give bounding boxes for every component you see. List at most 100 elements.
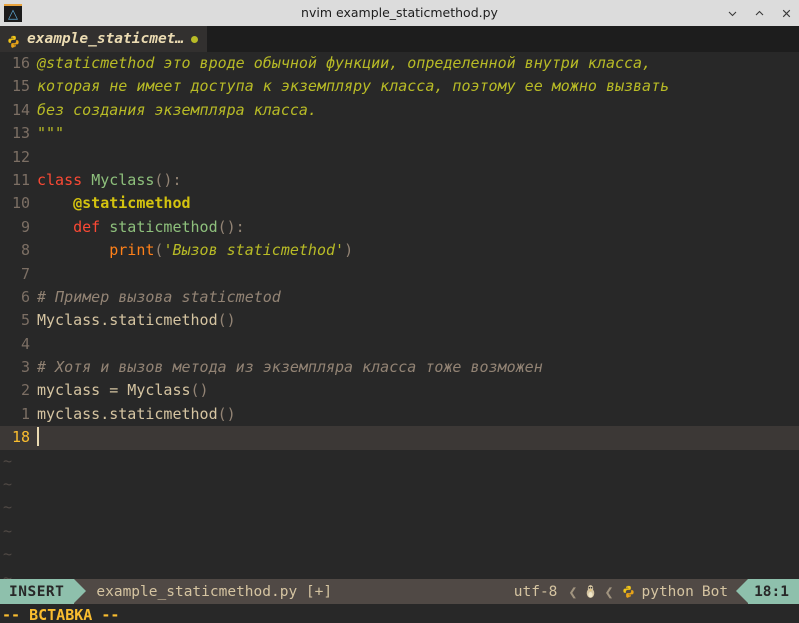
line-number: 15 — [11, 77, 30, 96]
line-number: 7 — [20, 264, 30, 283]
line-number: 3 — [20, 358, 30, 377]
window-controls — [726, 0, 793, 26]
editor-line[interactable]: 14 без создания экземпляра класса. — [0, 99, 799, 122]
text-cursor — [37, 427, 39, 447]
line-number: 5 — [20, 311, 30, 330]
line-number: 6 — [20, 287, 30, 306]
code-token: myclass.staticmethod — [37, 404, 218, 423]
tabline: example_staticmet… — [0, 26, 799, 52]
line-number: 2 — [20, 381, 30, 400]
empty-line-marker-row: ~ — [0, 473, 799, 496]
editor-line[interactable]: 4 — [0, 333, 799, 356]
line-content[interactable]: @staticmethod — [30, 192, 799, 215]
status-scroll-position: Bot — [701, 583, 729, 600]
line-content[interactable]: myclass = Myclass() — [30, 379, 799, 402]
editor-line[interactable]: 2 myclass = Myclass() — [0, 379, 799, 402]
code-token: def — [73, 217, 101, 236]
line-content[interactable]: def staticmethod(): — [30, 216, 799, 239]
close-button[interactable] — [780, 7, 793, 20]
editor-line[interactable]: 7 — [0, 263, 799, 286]
code-token: без создания экземпляра класса. — [37, 100, 317, 119]
line-content[interactable]: без создания экземпляра класса. — [30, 99, 799, 122]
code-token: () — [190, 381, 209, 400]
code-token: class — [37, 170, 83, 189]
python-icon-status — [622, 585, 635, 598]
code-token: (): — [154, 170, 182, 189]
tab-label: example_staticmet… — [27, 31, 185, 47]
window-title: nvim example_staticmethod.py — [301, 5, 498, 20]
editor-line[interactable]: 3 # Хотя и вызов метода из экземпляра кла… — [0, 356, 799, 379]
code-token: Myclass.staticmethod — [37, 311, 218, 330]
code-token: () — [217, 311, 236, 330]
line-content[interactable]: """ — [30, 122, 799, 145]
line-content[interactable]: Myclass.staticmethod() — [30, 309, 799, 332]
editor-line[interactable]: 11 class Myclass(): — [0, 169, 799, 192]
code-token: Myclass — [91, 170, 155, 189]
command-line-message: -- ВСТАВКА -- — [0, 604, 799, 623]
editor-buffer[interactable]: 16 @staticmethod это вроде обычной функци… — [0, 52, 799, 579]
neovim-icon: △ — [4, 4, 22, 22]
line-number: 9 — [20, 217, 30, 236]
empty-line-marker-row: ~ — [0, 543, 799, 566]
editor-line[interactable]: 5 Myclass.staticmethod() — [0, 309, 799, 332]
python-icon — [7, 33, 20, 48]
code-token: = — [109, 381, 119, 400]
line-content[interactable]: class Myclass(): — [30, 169, 799, 192]
maximize-button[interactable] — [753, 7, 766, 20]
status-filetype: python — [618, 579, 699, 604]
minimize-button[interactable] — [726, 7, 739, 20]
line-number: 4 — [20, 334, 30, 353]
code-token: (): — [217, 217, 245, 236]
neovim-icon-glyph: △ — [8, 7, 18, 22]
status-encoding: utf-8 — [513, 583, 558, 600]
cursor-line-content[interactable] — [30, 426, 799, 449]
line-number: 1 — [20, 404, 30, 423]
code-token: @staticmethod это вроде обычной функции,… — [37, 54, 652, 72]
status-filetype-label: python — [641, 583, 694, 600]
mode-separator-arrow-icon — [74, 579, 87, 603]
window-titlebar: △ nvim example_staticmethod.py — [0, 0, 799, 26]
editor-line[interactable]: 12 — [0, 146, 799, 169]
code-token: # Хотя и вызов метода из экземпляра клас… — [37, 358, 543, 377]
editor-line[interactable]: 15 которая не имеет доступа к экземпляру … — [0, 75, 799, 98]
position-separator-arrow-icon — [736, 579, 749, 603]
code-token: # Пример вызова staticmetod — [37, 287, 281, 306]
line-content[interactable]: # Хотя и вызов метода из экземпляра клас… — [30, 356, 799, 379]
status-mode: INSERT — [0, 579, 75, 604]
editor-line[interactable]: 10 @staticmethod — [0, 192, 799, 215]
code-token: ) — [344, 241, 354, 260]
editor-line[interactable]: 16 @staticmethod это вроде обычной функци… — [0, 52, 799, 75]
tilde-icon: ~ — [3, 521, 13, 540]
status-filename: example_staticmethod.py [+] — [96, 583, 333, 600]
code-token: () — [217, 404, 236, 423]
code-token: @staticmethod — [73, 194, 191, 213]
line-content[interactable]: print('Вызов staticmethod') — [30, 239, 799, 262]
editor-line[interactable]: 1 myclass.staticmethod() — [0, 403, 799, 426]
line-number: 8 — [20, 241, 30, 260]
editor-line[interactable]: 13 """ — [0, 122, 799, 145]
line-content[interactable]: которая не имеет доступа к экземпляру кл… — [30, 75, 799, 98]
code-token: staticmethod — [109, 217, 218, 236]
editor-line[interactable]: 9 def staticmethod(): — [0, 216, 799, 239]
editor-cursor-line[interactable]: 18 — [0, 426, 799, 450]
editor-line[interactable]: 6 # Пример вызова staticmetod — [0, 286, 799, 309]
code-token: которая не имеет доступа к экземпляру кл… — [37, 77, 670, 96]
line-content[interactable]: @staticmethod это вроде обычной функции,… — [30, 52, 799, 75]
line-number: 11 — [11, 170, 30, 189]
line-content[interactable]: # Пример вызова staticmetod — [30, 286, 799, 309]
line-number: 16 — [11, 54, 30, 72]
line-number: 10 — [11, 194, 30, 213]
cursor-line-number: 18 — [11, 428, 30, 447]
code-token: Myclass — [118, 381, 191, 400]
code-token: 'Вызов staticmethod' — [163, 241, 345, 260]
tab-modified-indicator — [191, 35, 199, 43]
line-number: 12 — [11, 147, 30, 166]
tab-example-staticmethod[interactable]: example_staticmet… — [0, 26, 208, 52]
editor-line[interactable]: 8 print('Вызов staticmethod') — [0, 239, 799, 262]
line-content[interactable]: myclass.staticmethod() — [30, 403, 799, 426]
